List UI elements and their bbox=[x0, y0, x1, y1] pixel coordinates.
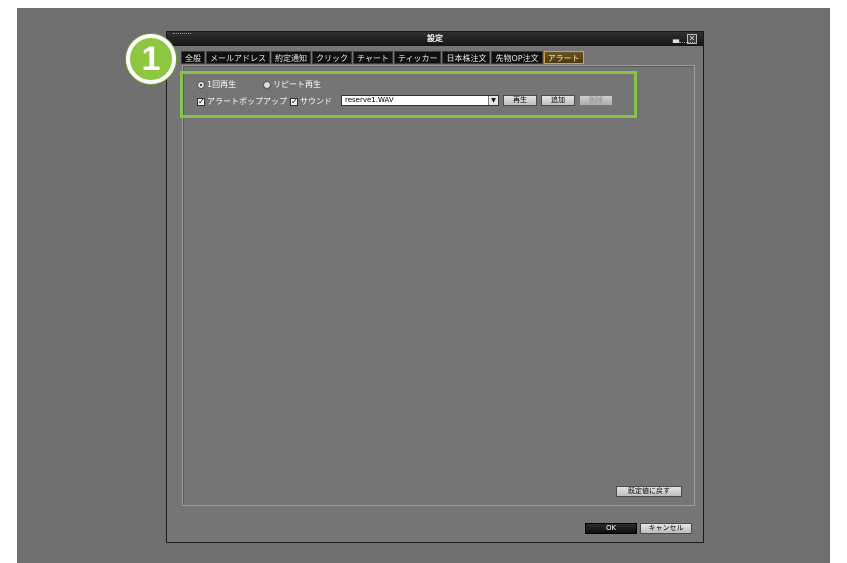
annotation-highlight-box bbox=[180, 71, 637, 118]
tab-mail-address[interactable]: メールアドレス bbox=[206, 51, 270, 64]
tab-jp-stock-order[interactable]: 日本株注文 bbox=[442, 51, 491, 64]
tab-content-panel bbox=[182, 65, 695, 506]
title-bar[interactable]: 設定 ▃ ✕ bbox=[167, 32, 703, 46]
tab-bar: 全般 メールアドレス 約定通知 クリック チャート ティッカー 日本株注文 先物… bbox=[181, 51, 585, 64]
grip-dots-right bbox=[679, 42, 697, 46]
grip-dots bbox=[173, 33, 191, 37]
annotation-number-badge: 1 bbox=[126, 34, 176, 84]
tab-alert[interactable]: アラート bbox=[543, 51, 584, 64]
tab-futures-op-order[interactable]: 先物OP注文 bbox=[491, 51, 543, 64]
tab-execution-notice[interactable]: 約定通知 bbox=[271, 51, 311, 64]
tab-ticker[interactable]: ティッカー bbox=[393, 51, 442, 64]
ok-button[interactable]: OK bbox=[585, 523, 637, 534]
restore-defaults-button[interactable]: 既定値に戻す bbox=[616, 486, 682, 497]
tab-general[interactable]: 全般 bbox=[181, 51, 205, 64]
tab-click[interactable]: クリック bbox=[312, 51, 352, 64]
cancel-button[interactable]: キャンセル bbox=[640, 523, 692, 534]
window-title: 設定 bbox=[427, 34, 443, 43]
tab-chart[interactable]: チャート bbox=[353, 51, 393, 64]
